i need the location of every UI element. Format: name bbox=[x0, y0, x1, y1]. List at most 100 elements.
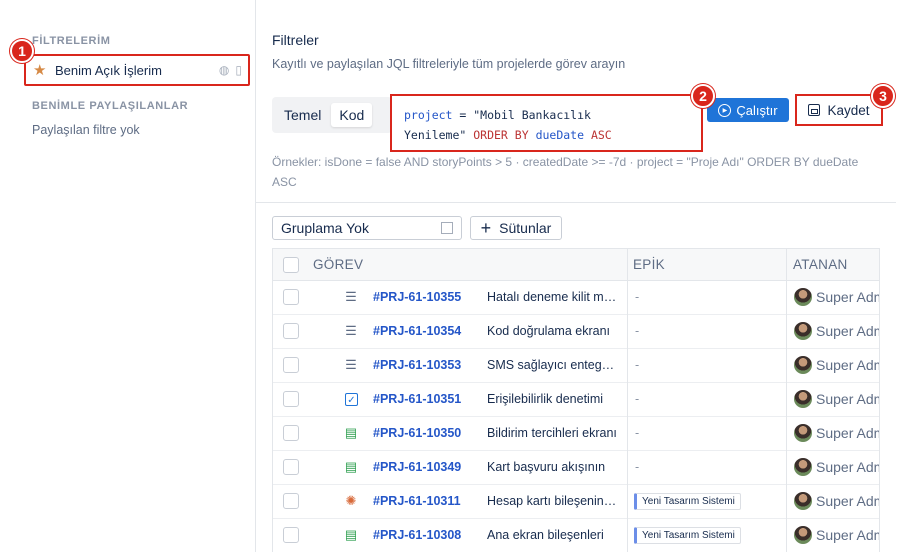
run-query-button[interactable]: ▶ Çalıştır bbox=[707, 98, 789, 122]
column-header-epic[interactable]: EPİK bbox=[633, 257, 665, 272]
table-row[interactable]: ▤ #PRJ-61-10308 Ana ekran bileşenleri Yeni … bbox=[273, 519, 879, 552]
assignee-name: Super Admin bbox=[816, 425, 879, 441]
row-checkbox[interactable] bbox=[283, 493, 299, 509]
epic-cell[interactable]: Yeni Tasarım Sistemi bbox=[634, 493, 741, 510]
table-row[interactable]: ✺ #PRJ-61-10311 Hesap kartı bileşeninde Yen… bbox=[273, 485, 879, 519]
filters-sidebar: FİLTRELERİM ★ Benim Açık İşlerim ◍ ▯ BEN… bbox=[0, 0, 256, 552]
row-checkbox[interactable] bbox=[283, 527, 299, 543]
list-select-icon bbox=[441, 222, 453, 234]
task-key-link[interactable]: #PRJ-61-10354 bbox=[373, 324, 461, 338]
epic-cell: - bbox=[635, 358, 640, 372]
task-key-link[interactable]: #PRJ-61-10355 bbox=[373, 290, 461, 304]
assignee-name: Super Admin bbox=[816, 357, 879, 373]
epic-cell[interactable]: Yeni Tasarım Sistemi bbox=[634, 527, 741, 544]
jql-field: dueDate bbox=[535, 128, 585, 142]
play-icon: ▶ bbox=[718, 103, 732, 117]
table-row[interactable]: ☰ #PRJ-61-10355 Hatalı deneme kilit mekani… bbox=[273, 281, 879, 315]
jql-line-2: Yenileme" ORDER BY dueDate ASC bbox=[404, 125, 689, 145]
assignee-cell[interactable]: Super Admin bbox=[794, 424, 879, 442]
table-header: GÖREV EPİK ATANAN bbox=[273, 249, 879, 281]
row-checkbox[interactable] bbox=[283, 391, 299, 407]
epic-cell: - bbox=[635, 290, 640, 304]
columns-button-label: Sütunlar bbox=[499, 220, 552, 236]
jql-string: "Mobil Bankacılık bbox=[473, 108, 591, 122]
task-summary[interactable]: Hatalı deneme kilit mekanizması bbox=[487, 290, 617, 304]
list-icon: ☰ bbox=[345, 357, 357, 372]
select-all-checkbox[interactable] bbox=[283, 257, 299, 273]
assignee-cell[interactable]: Super Admin bbox=[794, 356, 879, 374]
table-row[interactable]: ✓ #PRJ-61-10351 Erişilebilirlik denetimi - S… bbox=[273, 383, 879, 417]
annotation-badge-2: 2 bbox=[691, 84, 715, 108]
assignee-cell[interactable]: Super Admin bbox=[794, 390, 879, 408]
trash-icon[interactable]: ▯ bbox=[235, 63, 242, 77]
table-row[interactable]: ▤ #PRJ-61-10350 Bildirim tercihleri ekranı… bbox=[273, 417, 879, 451]
mode-basic-button[interactable]: Temel bbox=[276, 103, 329, 127]
task-key-link[interactable]: #PRJ-61-10350 bbox=[373, 426, 461, 440]
jql-string-end: Yenileme" bbox=[404, 128, 467, 142]
assignee-name: Super Admin bbox=[816, 493, 879, 509]
column-header-assignee[interactable]: ATANAN bbox=[793, 257, 848, 272]
bug-icon: ✺ bbox=[345, 493, 357, 508]
save-filter-button[interactable]: Kaydet bbox=[795, 94, 883, 126]
annotation-badge-1: 1 bbox=[10, 39, 34, 63]
assignee-cell[interactable]: Super Admin bbox=[794, 526, 879, 544]
task-key-link[interactable]: #PRJ-61-10308 bbox=[373, 528, 461, 542]
epic-cell: - bbox=[635, 426, 640, 440]
jql-order-by: ORDER BY bbox=[466, 128, 536, 142]
assignee-cell[interactable]: Super Admin bbox=[794, 322, 879, 340]
row-checkbox[interactable] bbox=[283, 459, 299, 475]
mode-code-button[interactable]: Kod bbox=[331, 103, 373, 127]
document-icon: ▤ bbox=[344, 527, 358, 542]
page-title: Filtreler bbox=[272, 32, 319, 48]
task-key-link[interactable]: #PRJ-61-10311 bbox=[373, 494, 461, 508]
document-icon: ▤ bbox=[344, 425, 358, 440]
assignee-cell[interactable]: Super Admin bbox=[794, 458, 879, 476]
list-icon: ☰ bbox=[345, 289, 357, 304]
task-summary[interactable]: Erişilebilirlik denetimi bbox=[487, 392, 617, 406]
avatar bbox=[794, 424, 812, 442]
shared-filters-heading: BENİMLE PAYLAŞILANLAR bbox=[32, 100, 189, 112]
page-subtitle: Kayıtlı ve paylaşılan JQL filtreleriyle … bbox=[272, 57, 626, 71]
assignee-cell[interactable]: Super Admin bbox=[794, 288, 879, 306]
jql-line-1: project = "Mobil Bankacılık bbox=[404, 105, 689, 125]
query-mode-toggle: Temel Kod bbox=[272, 97, 392, 133]
checkbox-icon: ✓ bbox=[345, 393, 358, 406]
jql-editor[interactable]: project = "Mobil Bankacılık Yenileme" OR… bbox=[390, 94, 703, 152]
task-summary[interactable]: Bildirim tercihleri ekranı bbox=[487, 426, 617, 440]
jql-keyword: project bbox=[404, 108, 453, 122]
assignee-cell[interactable]: Super Admin bbox=[794, 492, 879, 510]
sidebar-item-my-open-issues[interactable]: ★ Benim Açık İşlerim ◍ ▯ bbox=[24, 54, 250, 86]
row-checkbox[interactable] bbox=[283, 357, 299, 373]
task-summary[interactable]: SMS sağlayıcı entegrasyonu bbox=[487, 358, 617, 372]
task-summary[interactable]: Ana ekran bileşenleri bbox=[487, 528, 617, 542]
table-row[interactable]: ☰ #PRJ-61-10353 SMS sağlayıcı entegrasyonu… bbox=[273, 349, 879, 383]
table-row[interactable]: ☰ #PRJ-61-10354 Kod doğrulama ekranı - Super… bbox=[273, 315, 879, 349]
assignee-name: Super Admin bbox=[816, 459, 879, 475]
task-key-link[interactable]: #PRJ-61-10351 bbox=[373, 392, 461, 406]
column-header-task[interactable]: GÖREV bbox=[313, 257, 363, 272]
globe-icon[interactable]: ◍ bbox=[219, 63, 229, 77]
grouping-select[interactable]: Gruplama Yok bbox=[272, 216, 462, 240]
epic-cell: - bbox=[635, 324, 640, 338]
query-examples-text: Örnekler: isDone = false AND storyPoints… bbox=[272, 155, 859, 189]
row-checkbox[interactable] bbox=[283, 425, 299, 441]
my-filters-heading: FİLTRELERİM bbox=[32, 35, 111, 47]
task-key-link[interactable]: #PRJ-61-10349 bbox=[373, 460, 461, 474]
assignee-name: Super Admin bbox=[816, 323, 879, 339]
star-icon: ★ bbox=[33, 61, 47, 79]
section-divider bbox=[256, 202, 896, 203]
row-checkbox[interactable] bbox=[283, 323, 299, 339]
task-summary[interactable]: Hesap kartı bileşeninde bbox=[487, 494, 617, 508]
columns-button[interactable]: + Sütunlar bbox=[470, 216, 562, 240]
avatar bbox=[794, 288, 812, 306]
task-key-link[interactable]: #PRJ-61-10353 bbox=[373, 358, 461, 372]
row-checkbox[interactable] bbox=[283, 289, 299, 305]
table-row[interactable]: ▤ #PRJ-61-10349 Kart başvuru akışının - Supe… bbox=[273, 451, 879, 485]
annotation-badge-3: 3 bbox=[871, 84, 895, 108]
results-table: GÖREV EPİK ATANAN ☰ #PRJ-61-10355 Hatalı d… bbox=[272, 248, 880, 552]
epic-cell: - bbox=[635, 460, 640, 474]
shared-filters-empty-text: Paylaşılan filtre yok bbox=[32, 123, 140, 137]
column-divider bbox=[627, 249, 628, 552]
task-summary[interactable]: Kart başvuru akışının bbox=[487, 460, 617, 474]
task-summary[interactable]: Kod doğrulama ekranı bbox=[487, 324, 617, 338]
